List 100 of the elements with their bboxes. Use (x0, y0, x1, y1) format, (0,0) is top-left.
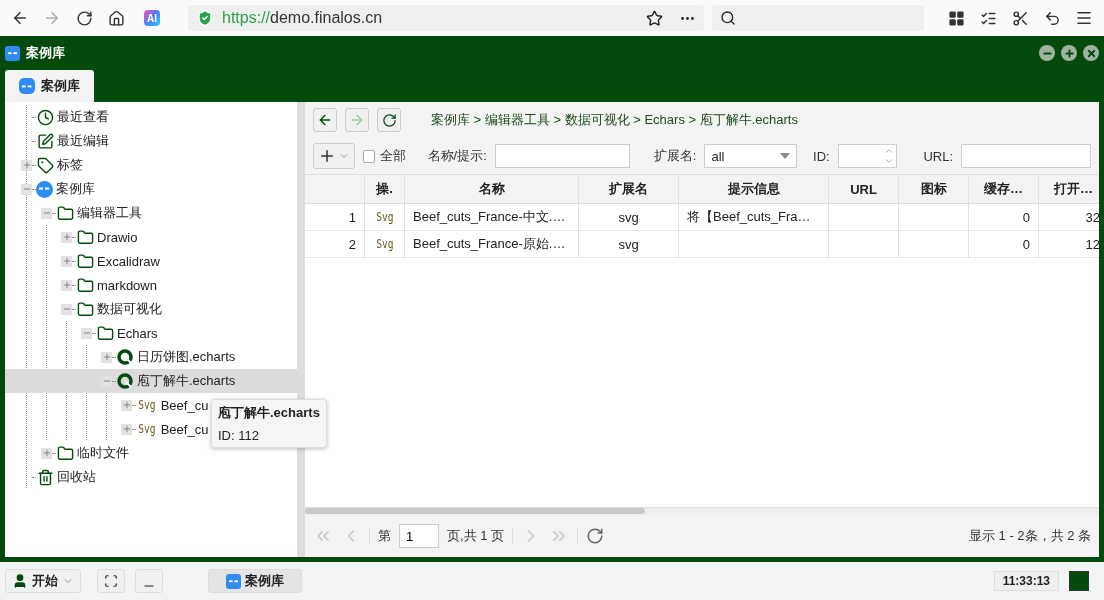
row-number: 2 (305, 231, 365, 257)
expand-icon[interactable] (41, 447, 52, 459)
shield-icon (196, 9, 214, 27)
name-field[interactable] (494, 144, 630, 168)
extension-select[interactable]: all (704, 144, 798, 168)
collapse-icon[interactable] (81, 327, 92, 339)
table-cell: 32 (1039, 204, 1099, 230)
checkbox[interactable] (363, 149, 375, 163)
tree-item[interactable]: 回收站 (5, 465, 297, 489)
field-label: 名称/提示: (427, 147, 487, 165)
field-label: 扩展名: (653, 147, 697, 165)
column-header[interactable]: 名称 (405, 175, 579, 203)
column-header[interactable]: 图标 (899, 175, 969, 203)
collapse-icon[interactable] (61, 303, 72, 315)
tree-item[interactable]: 日历饼图.echarts (5, 345, 297, 369)
expand-icon[interactable] (61, 231, 72, 243)
svg-icon: Svg (138, 422, 156, 436)
spinner-icon[interactable] (884, 146, 895, 166)
refresh-button[interactable] (377, 108, 401, 132)
checkbox-label: 全部 (379, 147, 406, 165)
app-icon (19, 78, 35, 94)
expand-icon[interactable] (121, 423, 132, 435)
back-button[interactable] (313, 108, 337, 132)
close-icon[interactable] (1083, 45, 1099, 61)
table-cell: 0 (969, 231, 1039, 257)
field-label: URL: (923, 148, 953, 164)
expand-icon[interactable] (61, 255, 72, 267)
column-header[interactable]: 扩展名 (579, 175, 679, 203)
folder-icon (96, 324, 114, 342)
folder-icon (76, 276, 94, 294)
tag-icon (36, 156, 54, 174)
folder-icon (76, 252, 94, 270)
url-field[interactable]: https://demo.finalos.cn (188, 5, 704, 31)
collapse-icon[interactable] (101, 375, 112, 387)
column-header[interactable]: 提示信息 (679, 175, 829, 203)
expand-icon[interactable] (21, 159, 32, 171)
tree-item[interactable]: 庖丁解牛.echarts (5, 369, 297, 393)
refresh-icon (381, 112, 397, 128)
minimize-icon[interactable] (1039, 45, 1055, 61)
breadcrumb: 案例库 > 编辑器工具 > 数据可视化 > Echars > 庖丁解牛.echarts (431, 111, 798, 129)
tree-item[interactable]: 数据可视化 (5, 297, 297, 321)
tree-item[interactable]: 临时文件 (5, 441, 297, 465)
ai-icon[interactable]: AI (144, 10, 160, 26)
edit-icon (36, 132, 54, 150)
tooltip-title: 庖丁解牛.echarts (218, 404, 320, 422)
add-button[interactable] (313, 143, 355, 169)
forward-icon (349, 112, 365, 128)
tree-item[interactable]: 标签 (5, 153, 297, 177)
table-cell: Beef_cuts_France-原始.… (405, 231, 579, 257)
row-number: 1 (305, 204, 365, 230)
tree-item[interactable]: 编辑器工具 (5, 201, 297, 225)
page-field[interactable]: 1 (399, 524, 439, 548)
app-icon (5, 45, 20, 61)
collapse-icon[interactable] (21, 183, 32, 195)
table-cell: Beef_cuts_France-中文.… (405, 204, 579, 230)
folder-icon (56, 204, 74, 222)
folder-icon (76, 300, 94, 318)
tree-item[interactable]: Echars (5, 321, 297, 345)
tree-item[interactable]: Drawio (5, 225, 297, 249)
folder-icon (56, 444, 74, 462)
column-header[interactable]: 缓存… (969, 175, 1039, 203)
table-cell: 0 (969, 204, 1039, 230)
tree-item[interactable]: 最近编辑 (5, 129, 297, 153)
refresh-icon[interactable] (586, 527, 605, 545)
star-icon[interactable] (646, 9, 663, 27)
search-field[interactable] (712, 5, 924, 31)
scrollbar-thumb[interactable] (305, 508, 645, 514)
maximize-icon[interactable] (1061, 45, 1077, 61)
tree-item[interactable]: Excalidraw (5, 249, 297, 273)
taskbar-app[interactable]: 案例库 (208, 569, 302, 593)
column-header[interactable]: URL (829, 175, 899, 203)
expand-icon[interactable] (61, 279, 72, 291)
expand-icon[interactable] (101, 351, 112, 363)
tree-item[interactable]: 最近查看 (5, 105, 297, 129)
id-field[interactable] (837, 144, 898, 168)
folder-icon (76, 228, 94, 246)
tree-item[interactable]: 案例库 (5, 177, 297, 201)
tree-item[interactable]: markdown (5, 273, 297, 297)
start-button[interactable]: 开始 (5, 569, 81, 593)
ring-icon (116, 372, 134, 390)
collapse-icon[interactable] (41, 207, 52, 219)
clock: 11:33:13 (993, 571, 1059, 591)
record-summary: 显示 1 - 2条，共 2 条 (968, 527, 1091, 545)
fullscreen-button[interactable] (97, 569, 125, 593)
column-header[interactable]: 操. (365, 175, 405, 203)
url-field[interactable] (961, 144, 1091, 168)
trash-icon (36, 468, 54, 486)
page-count: 页,共 1 页 (447, 527, 505, 545)
table-cell: svg (579, 231, 679, 257)
ring-icon (116, 348, 134, 366)
app-icon (226, 573, 241, 589)
tab[interactable]: 案例库 (5, 70, 94, 102)
clock-icon (36, 108, 54, 126)
plus-icon (318, 147, 336, 165)
back-icon (317, 112, 333, 128)
svg-icon: Svg (375, 237, 394, 251)
minimize-button[interactable] (135, 569, 163, 593)
expand-icon[interactable] (121, 399, 132, 411)
column-header[interactable]: 打开… (1039, 175, 1099, 203)
search-icon (720, 10, 736, 26)
